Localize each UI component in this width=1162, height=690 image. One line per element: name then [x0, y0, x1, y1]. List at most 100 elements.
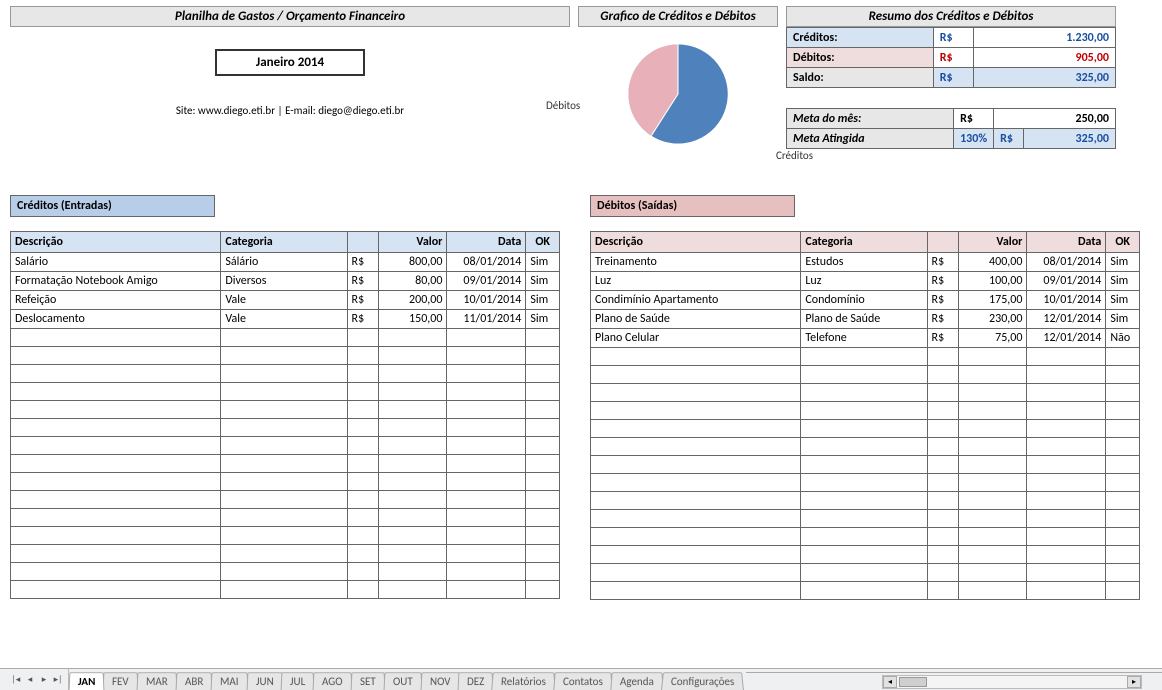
sheet-tab-nov[interactable]: NOV	[420, 672, 459, 690]
table-row-empty[interactable]	[591, 420, 1140, 438]
tab-nav-first-icon[interactable]: |◂	[10, 673, 22, 687]
table-row[interactable]: DeslocamentoValeR$150,0011/01/2014Sim	[11, 310, 560, 329]
cell-date[interactable]: 12/01/2014	[1027, 310, 1106, 329]
table-row-empty[interactable]	[591, 438, 1140, 456]
table-row-empty[interactable]	[591, 348, 1140, 366]
cell-date[interactable]: 11/01/2014	[447, 310, 526, 329]
sheet-tab-contatos[interactable]: Contatos	[553, 672, 612, 690]
cell-desc[interactable]: Condimínio Apartamento	[591, 291, 801, 310]
table-row-empty[interactable]	[591, 510, 1140, 528]
table-row-empty[interactable]	[11, 347, 560, 365]
sheet-tab-out[interactable]: OUT	[383, 672, 422, 690]
sheet-tab-configurações[interactable]: Configurações	[661, 672, 744, 690]
cell-ok[interactable]: Sim	[526, 310, 560, 329]
cell-cur[interactable]: R$	[347, 253, 379, 272]
sheet-tab-mar[interactable]: MAR	[137, 672, 178, 690]
cell-date[interactable]: 12/01/2014	[1027, 329, 1106, 348]
cell-val[interactable]: 75,00	[959, 329, 1027, 348]
sheet-tab-jun[interactable]: JUN	[246, 672, 283, 690]
table-row-empty[interactable]	[11, 527, 560, 545]
cell-cur[interactable]: R$	[927, 253, 959, 272]
cell-cat[interactable]: Telefone	[801, 329, 927, 348]
scroll-right-icon[interactable]: ▸	[1127, 676, 1141, 688]
cell-cur[interactable]: R$	[347, 310, 379, 329]
cell-val[interactable]: 800,00	[379, 253, 447, 272]
table-row[interactable]: Formatação Notebook AmigoDiversosR$80,00…	[11, 272, 560, 291]
cell-date[interactable]: 08/01/2014	[447, 253, 526, 272]
table-row-empty[interactable]	[11, 563, 560, 581]
table-row-empty[interactable]	[591, 492, 1140, 510]
cell-desc[interactable]: Formatação Notebook Amigo	[11, 272, 221, 291]
cell-cur[interactable]: R$	[927, 329, 959, 348]
sheet-tab-abr[interactable]: ABR	[175, 672, 212, 690]
cell-cur[interactable]: R$	[347, 291, 379, 310]
cell-ok[interactable]: Sim	[526, 253, 560, 272]
cell-date[interactable]: 10/01/2014	[1027, 291, 1106, 310]
cell-desc[interactable]: Salário	[11, 253, 221, 272]
horizontal-scrollbar[interactable]: ◂ ▸	[882, 675, 1142, 689]
cell-val[interactable]: 80,00	[379, 272, 447, 291]
cell-desc[interactable]: Deslocamento	[11, 310, 221, 329]
cell-val[interactable]: 150,00	[379, 310, 447, 329]
sheet-tab-mai[interactable]: MAI	[211, 672, 248, 690]
table-row[interactable]: TreinamentoEstudosR$400,0008/01/2014Sim	[591, 253, 1140, 272]
cell-ok[interactable]: Sim	[1106, 310, 1140, 329]
table-row-empty[interactable]	[11, 419, 560, 437]
cell-desc[interactable]: Refeição	[11, 291, 221, 310]
cell-date[interactable]: 08/01/2014	[1027, 253, 1106, 272]
cell-cat[interactable]: Plano de Saúde	[801, 310, 927, 329]
cell-cat[interactable]: Estudos	[801, 253, 927, 272]
sheet-tab-relatórios[interactable]: Relatórios	[491, 672, 555, 690]
table-row-empty[interactable]	[11, 509, 560, 527]
table-row[interactable]: SalárioSálárioR$800,0008/01/2014Sim	[11, 253, 560, 272]
cell-date[interactable]: 09/01/2014	[447, 272, 526, 291]
cell-ok[interactable]: Sim	[1106, 291, 1140, 310]
cell-cat[interactable]: Diversos	[221, 272, 347, 291]
cell-val[interactable]: 175,00	[959, 291, 1027, 310]
table-row-empty[interactable]	[591, 546, 1140, 564]
cell-cur[interactable]: R$	[347, 272, 379, 291]
sheet-tab-agenda[interactable]: Agenda	[610, 672, 663, 690]
table-row[interactable]: Condimínio ApartamentoCondomínioR$175,00…	[591, 291, 1140, 310]
tab-nav-prev-icon[interactable]: ◂	[24, 673, 36, 687]
cell-val[interactable]: 230,00	[959, 310, 1027, 329]
cell-ok[interactable]: Sim	[1106, 272, 1140, 291]
table-row[interactable]: Plano CelularTelefoneR$75,0012/01/2014Nã…	[591, 329, 1140, 348]
table-row-empty[interactable]	[11, 455, 560, 473]
sheet-tab-ago[interactable]: AGO	[313, 672, 352, 690]
table-row-empty[interactable]	[591, 474, 1140, 492]
table-row-empty[interactable]	[591, 366, 1140, 384]
debits-table[interactable]: Descrição Categoria Valor Data OK Treina…	[590, 231, 1140, 600]
table-row-empty[interactable]	[11, 581, 560, 599]
cell-desc[interactable]: Treinamento	[591, 253, 801, 272]
sheet-tab-jan[interactable]: JAN	[69, 672, 105, 690]
cell-desc[interactable]: Plano Celular	[591, 329, 801, 348]
table-row-empty[interactable]	[11, 491, 560, 509]
table-row-empty[interactable]	[11, 437, 560, 455]
table-row-empty[interactable]	[591, 582, 1140, 600]
cell-cur[interactable]: R$	[927, 310, 959, 329]
table-row-empty[interactable]	[11, 545, 560, 563]
cell-date[interactable]: 09/01/2014	[1027, 272, 1106, 291]
table-row-empty[interactable]	[11, 365, 560, 383]
cell-cat[interactable]: Sálário	[221, 253, 347, 272]
table-row-empty[interactable]	[591, 528, 1140, 546]
cell-ok[interactable]: Sim	[1106, 253, 1140, 272]
table-row[interactable]: Plano de SaúdePlano de SaúdeR$230,0012/0…	[591, 310, 1140, 329]
table-row-empty[interactable]	[591, 384, 1140, 402]
sheet-tab-fev[interactable]: FEV	[103, 672, 139, 690]
cell-desc[interactable]: Plano de Saúde	[591, 310, 801, 329]
cell-cat[interactable]: Luz	[801, 272, 927, 291]
table-row-empty[interactable]	[591, 402, 1140, 420]
scroll-thumb[interactable]	[899, 677, 927, 687]
sheet-tab-dez[interactable]: DEZ	[458, 672, 494, 690]
cell-cur[interactable]: R$	[927, 291, 959, 310]
table-row[interactable]: LuzLuzR$100,0009/01/2014Sim	[591, 272, 1140, 291]
cell-desc[interactable]: Luz	[591, 272, 801, 291]
cell-val[interactable]: 400,00	[959, 253, 1027, 272]
cell-cat[interactable]: Vale	[221, 310, 347, 329]
table-row-empty[interactable]	[11, 401, 560, 419]
tab-nav-last-icon[interactable]: ▸|	[52, 673, 64, 687]
cell-date[interactable]: 10/01/2014	[447, 291, 526, 310]
table-row-empty[interactable]	[591, 456, 1140, 474]
